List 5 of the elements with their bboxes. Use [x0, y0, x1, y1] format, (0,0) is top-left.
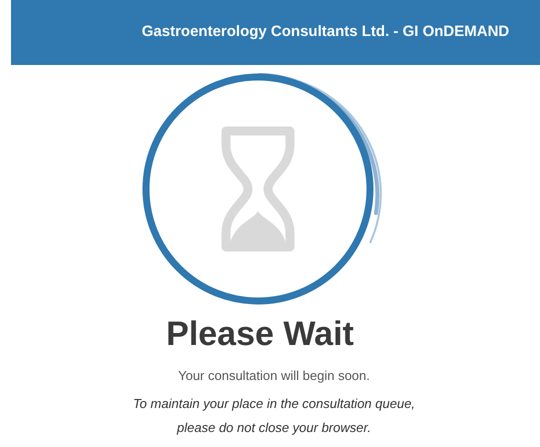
heading: Please Wait	[166, 314, 354, 355]
status-message: Your consultation will begin soon.	[178, 367, 370, 385]
notice-text: please do not close your browser.	[177, 418, 371, 437]
header-title: Gastroenterology Consultants Ltd. - GI OnDEMAND	[142, 22, 510, 42]
notice-text: To maintain your place in the consultation queue,	[132, 394, 416, 413]
